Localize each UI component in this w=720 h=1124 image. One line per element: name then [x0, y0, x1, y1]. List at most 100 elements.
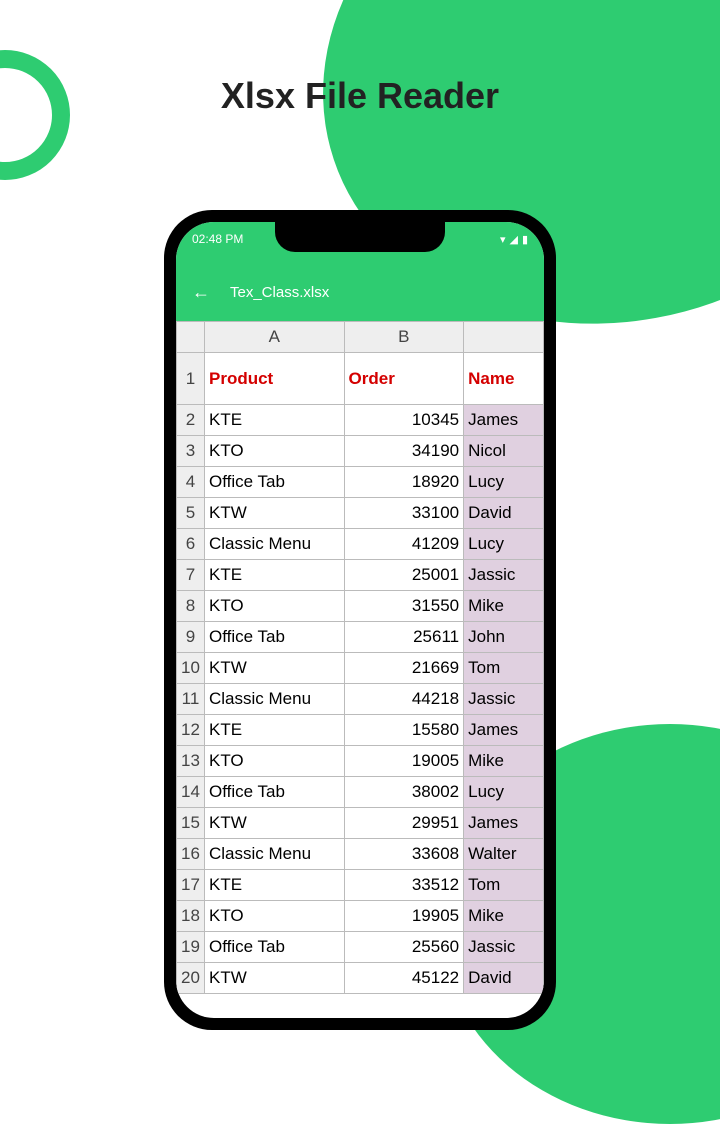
battery-icon: ▮	[522, 233, 528, 246]
cell-product[interactable]: Classic Menu	[204, 529, 344, 560]
table-row: 9Office Tab25611John	[177, 622, 544, 653]
row-header[interactable]: 5	[177, 498, 205, 529]
cell-name[interactable]: Nicol	[464, 436, 544, 467]
cell-name[interactable]: Walter	[464, 839, 544, 870]
cell-product[interactable]: KTW	[204, 653, 344, 684]
cell-name[interactable]: Mike	[464, 746, 544, 777]
table-row: 13KTO19005Mike	[177, 746, 544, 777]
cell-name[interactable]: Mike	[464, 591, 544, 622]
cell-order[interactable]: 21669	[344, 653, 464, 684]
cell-product[interactable]: KTE	[204, 715, 344, 746]
cell-product[interactable]: KTO	[204, 436, 344, 467]
cell-order[interactable]: 25611	[344, 622, 464, 653]
cell-order[interactable]: 33100	[344, 498, 464, 529]
cell-product[interactable]: Office Tab	[204, 622, 344, 653]
cell-name[interactable]: Mike	[464, 901, 544, 932]
cell-order[interactable]: 44218	[344, 684, 464, 715]
col-header-b[interactable]: B	[344, 322, 464, 353]
row-header[interactable]: 19	[177, 932, 205, 963]
cell-product[interactable]: KTO	[204, 591, 344, 622]
table-row: 15KTW29951James	[177, 808, 544, 839]
row-header[interactable]: 6	[177, 529, 205, 560]
table-header-row: 1 Product Order Name	[177, 353, 544, 405]
row-header[interactable]: 20	[177, 963, 205, 994]
cell-name[interactable]: David	[464, 498, 544, 529]
cell-name[interactable]: David	[464, 963, 544, 994]
cell-name[interactable]: Lucy	[464, 467, 544, 498]
cell-name[interactable]: Tom	[464, 653, 544, 684]
cell-name[interactable]: John	[464, 622, 544, 653]
row-header[interactable]: 3	[177, 436, 205, 467]
spreadsheet[interactable]: A B 1 Product Order Name 2KTE10345James3…	[176, 321, 544, 994]
cell-product[interactable]: Classic Menu	[204, 839, 344, 870]
back-button[interactable]: ←	[192, 282, 210, 303]
cell-product[interactable]: KTO	[204, 901, 344, 932]
cell-order[interactable]: 18920	[344, 467, 464, 498]
cell-name[interactable]: Jassic	[464, 560, 544, 591]
cell-order[interactable]: 45122	[344, 963, 464, 994]
header-product[interactable]: Product	[204, 353, 344, 405]
cell-order[interactable]: 31550	[344, 591, 464, 622]
table-row: 3KTO34190Nicol	[177, 436, 544, 467]
row-header[interactable]: 12	[177, 715, 205, 746]
table-row: 18KTO19905Mike	[177, 901, 544, 932]
header-name[interactable]: Name	[464, 353, 544, 405]
cell-order[interactable]: 29951	[344, 808, 464, 839]
row-header[interactable]: 9	[177, 622, 205, 653]
row-header[interactable]: 18	[177, 901, 205, 932]
cell-order[interactable]: 10345	[344, 405, 464, 436]
phone-notch	[275, 222, 445, 252]
cell-order[interactable]: 25560	[344, 932, 464, 963]
row-header[interactable]: 14	[177, 777, 205, 808]
cell-product[interactable]: KTW	[204, 498, 344, 529]
header-order[interactable]: Order	[344, 353, 464, 405]
cell-product[interactable]: Office Tab	[204, 777, 344, 808]
phone-frame: 02:48 PM ▾ ◢ ▮ ← Tex_Class.xlsx A B 1 Pr…	[164, 210, 556, 1030]
row-header[interactable]: 16	[177, 839, 205, 870]
cell-product[interactable]: Office Tab	[204, 467, 344, 498]
cell-product[interactable]: KTE	[204, 560, 344, 591]
row-header[interactable]: 4	[177, 467, 205, 498]
table-row: 17KTE33512Tom	[177, 870, 544, 901]
cell-order[interactable]: 19005	[344, 746, 464, 777]
row-header[interactable]: 7	[177, 560, 205, 591]
col-header-a[interactable]: A	[204, 322, 344, 353]
cell-order[interactable]: 19905	[344, 901, 464, 932]
cell-product[interactable]: Office Tab	[204, 932, 344, 963]
cell-order[interactable]: 15580	[344, 715, 464, 746]
cell-product[interactable]: KTW	[204, 963, 344, 994]
cell-name[interactable]: James	[464, 715, 544, 746]
cell-name[interactable]: Lucy	[464, 529, 544, 560]
cell-name[interactable]: Lucy	[464, 777, 544, 808]
cell-product[interactable]: Classic Menu	[204, 684, 344, 715]
cell-order[interactable]: 38002	[344, 777, 464, 808]
cell-order[interactable]: 34190	[344, 436, 464, 467]
table-row: 10KTW21669Tom	[177, 653, 544, 684]
row-header[interactable]: 11	[177, 684, 205, 715]
table-row: 8KTO31550Mike	[177, 591, 544, 622]
cell-product[interactable]: KTE	[204, 870, 344, 901]
row-header[interactable]: 10	[177, 653, 205, 684]
cell-product[interactable]: KTO	[204, 746, 344, 777]
row-header[interactable]: 8	[177, 591, 205, 622]
row-header[interactable]: 17	[177, 870, 205, 901]
col-header-c[interactable]	[464, 322, 544, 353]
cell-name[interactable]: Jassic	[464, 932, 544, 963]
phone-screen: 02:48 PM ▾ ◢ ▮ ← Tex_Class.xlsx A B 1 Pr…	[176, 222, 544, 1018]
cell-order[interactable]: 41209	[344, 529, 464, 560]
cell-order[interactable]: 25001	[344, 560, 464, 591]
cell-name[interactable]: Tom	[464, 870, 544, 901]
cell-name[interactable]: James	[464, 405, 544, 436]
cell-order[interactable]: 33608	[344, 839, 464, 870]
corner-cell[interactable]	[177, 322, 205, 353]
cell-product[interactable]: KTW	[204, 808, 344, 839]
cell-order[interactable]: 33512	[344, 870, 464, 901]
row-header[interactable]: 2	[177, 405, 205, 436]
cell-product[interactable]: KTE	[204, 405, 344, 436]
cell-name[interactable]: Jassic	[464, 684, 544, 715]
row-header[interactable]: 1	[177, 353, 205, 405]
row-header[interactable]: 15	[177, 808, 205, 839]
cell-name[interactable]: James	[464, 808, 544, 839]
app-bar: ← Tex_Class.xlsx	[176, 252, 544, 321]
row-header[interactable]: 13	[177, 746, 205, 777]
